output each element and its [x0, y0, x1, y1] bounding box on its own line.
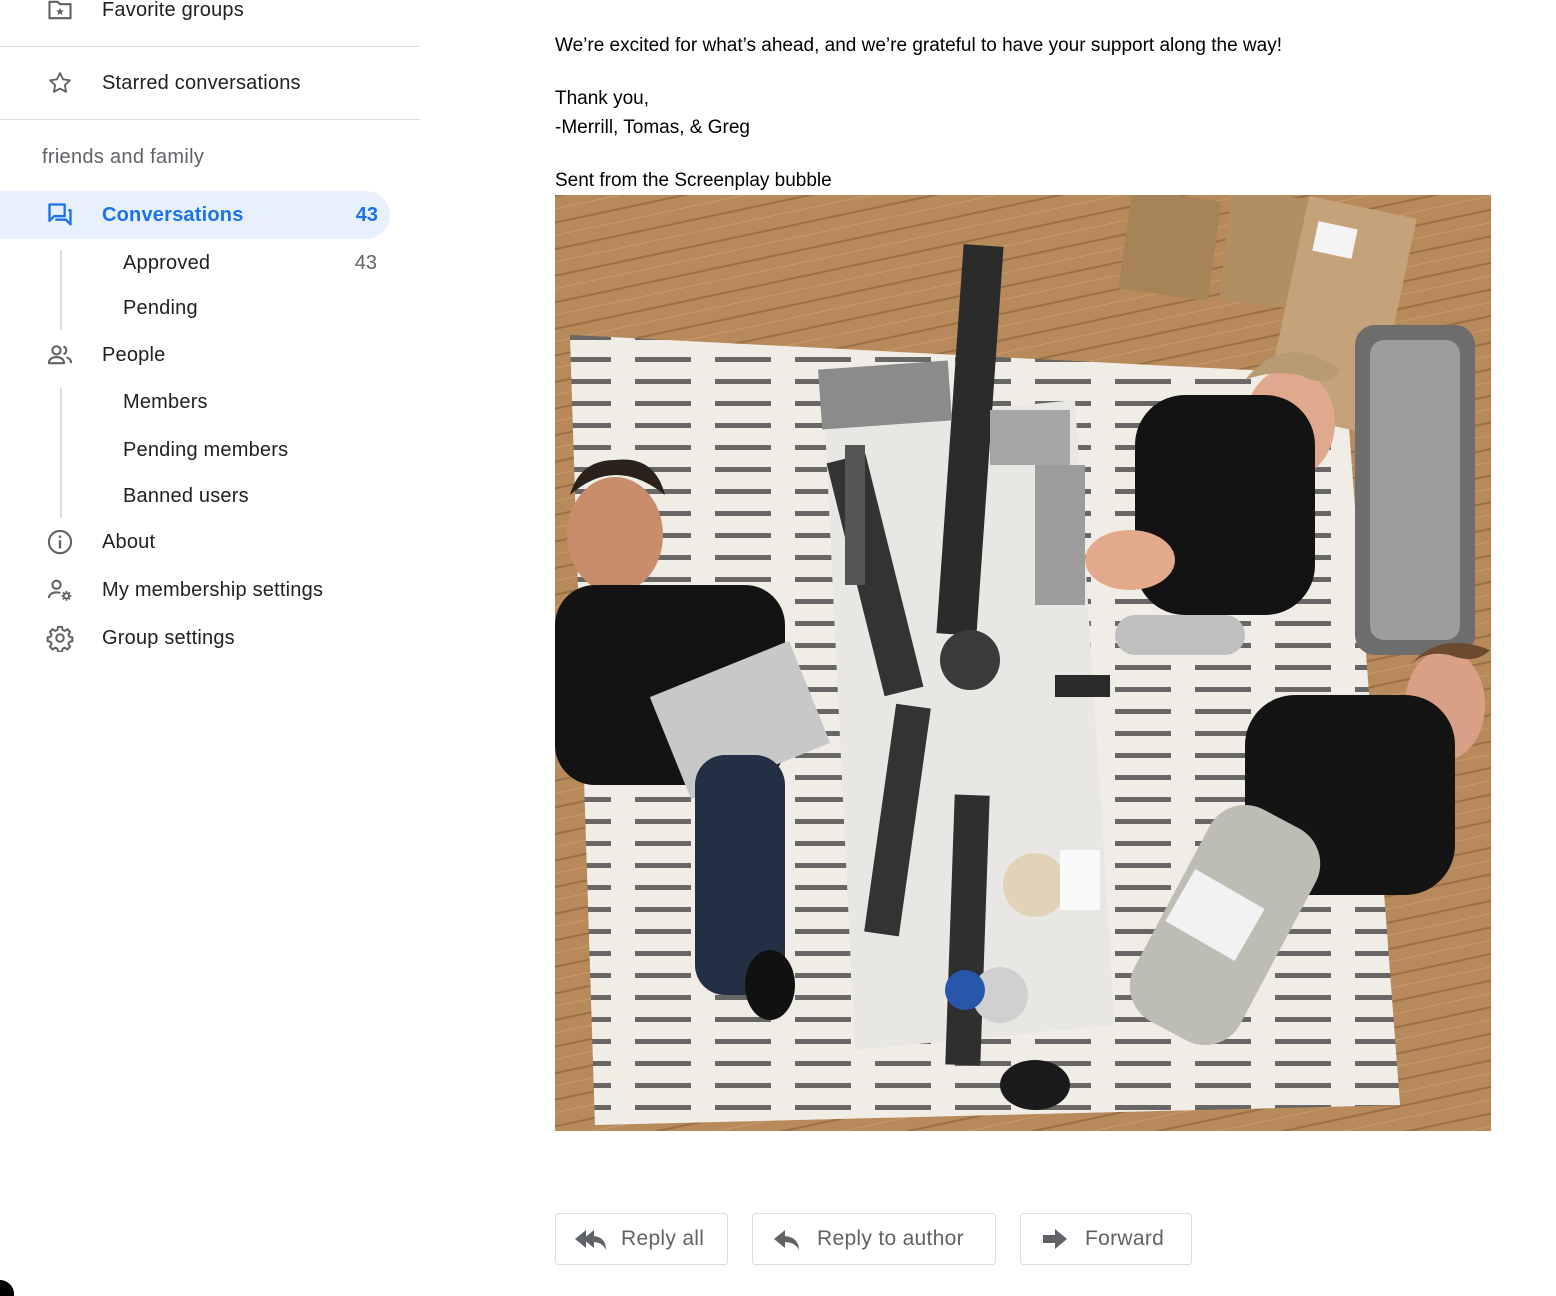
sidebar-item-pending[interactable]: Pending — [0, 284, 420, 332]
sidebar-item-pending-members[interactable]: Pending members — [0, 426, 420, 474]
sidebar-item-group-settings[interactable]: Group settings — [0, 614, 420, 662]
reply-to-author-label: Reply to author — [817, 1227, 964, 1250]
sidebar-item-label: Group settings — [102, 626, 235, 649]
sidebar-item-approved[interactable]: Approved 43 — [0, 239, 420, 287]
forum-icon — [46, 201, 74, 229]
sidebar: Favorite groups Starred conversations fr… — [0, 0, 420, 1296]
reply-all-button[interactable]: Reply all — [555, 1213, 728, 1265]
sidebar-item-label: Pending — [123, 296, 198, 319]
reply-icon — [774, 1230, 799, 1250]
message-photo — [555, 195, 1491, 1131]
sidebar-item-my-membership-settings[interactable]: My membership settings — [0, 566, 420, 614]
star-icon — [46, 69, 74, 97]
message-signature: -Merrill, Tomas, & Greg — [555, 117, 750, 138]
sidebar-item-starred-conversations[interactable]: Starred conversations — [0, 59, 420, 107]
sidebar-item-label: Approved — [123, 251, 211, 274]
sidebar-item-label: My membership settings — [102, 578, 324, 601]
folder-star-icon — [46, 0, 74, 24]
sidebar-item-members[interactable]: Members — [0, 378, 420, 426]
person-gear-icon — [46, 576, 74, 604]
reply-to-author-button[interactable]: Reply to author — [752, 1213, 996, 1265]
sidebar-item-label: People — [102, 343, 166, 366]
forward-label: Forward — [1085, 1227, 1165, 1250]
reply-all-label: Reply all — [621, 1227, 705, 1250]
team-photo-illustration — [555, 195, 1491, 1131]
sidebar-item-conversations[interactable]: Conversations 43 — [0, 191, 420, 239]
sidebar-item-about[interactable]: About — [0, 518, 420, 566]
approved-count: 43 — [354, 251, 377, 274]
group-name-heading: friends and family — [42, 146, 205, 168]
sidebar-item-label: Pending members — [123, 438, 289, 461]
message-sent-from: Sent from the Screenplay bubble — [555, 170, 832, 191]
message-thanks: Thank you, — [555, 88, 649, 109]
divider — [0, 46, 420, 47]
message-paragraph: We’re excited for what’s ahead, and we’r… — [555, 35, 1283, 56]
sidebar-item-label: Favorite groups — [102, 0, 244, 21]
people-icon — [46, 341, 74, 369]
sidebar-item-label: Banned users — [123, 484, 249, 507]
sidebar-item-label: Members — [123, 390, 208, 413]
divider — [0, 119, 420, 120]
gear-icon — [46, 624, 74, 652]
forward-icon — [1043, 1229, 1067, 1249]
sidebar-item-people[interactable]: People — [0, 331, 420, 379]
conversations-count: 43 — [355, 203, 378, 226]
sidebar-item-label: Starred conversations — [102, 71, 301, 94]
sidebar-item-favorite-groups[interactable]: Favorite groups — [0, 0, 420, 34]
sidebar-item-label: About — [102, 530, 156, 553]
forward-button[interactable]: Forward — [1020, 1213, 1192, 1265]
info-icon — [46, 528, 74, 556]
sidebar-item-label: Conversations — [102, 203, 244, 226]
reply-all-icon — [575, 1230, 606, 1250]
sidebar-item-banned-users[interactable]: Banned users — [0, 472, 420, 520]
